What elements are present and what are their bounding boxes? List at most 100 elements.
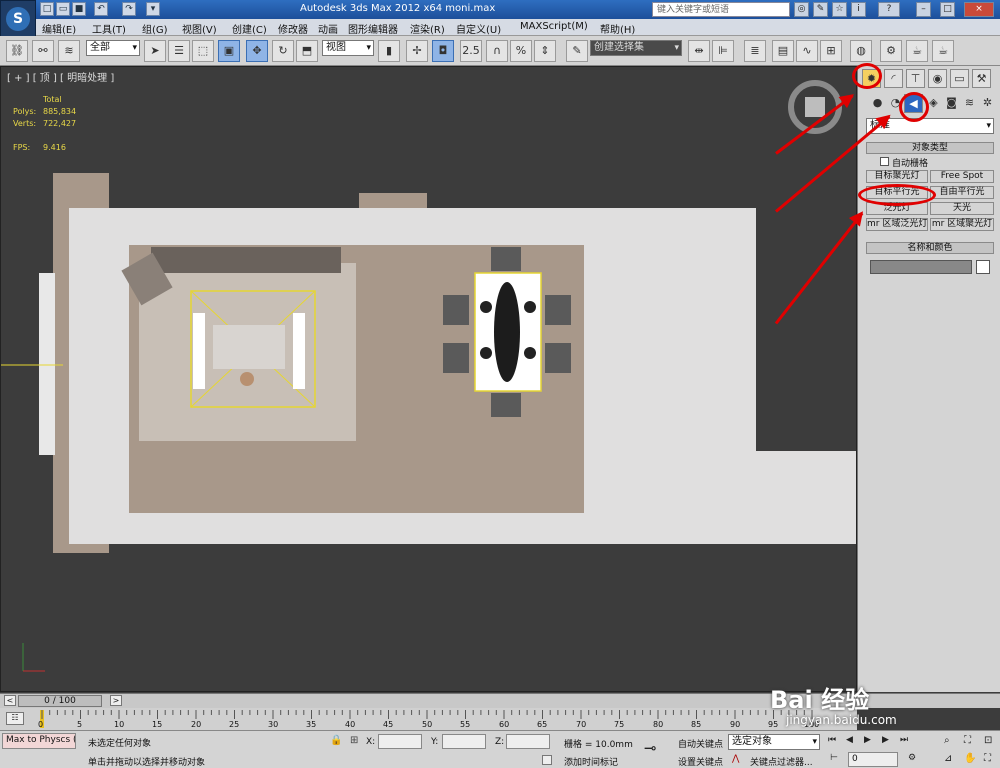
undo-icon[interactable]: ↶ <box>94 2 108 16</box>
select-scale-icon[interactable]: ⬒ <box>296 40 318 62</box>
menu-animation[interactable]: 动画 <box>318 21 338 36</box>
app-logo[interactable]: S <box>0 0 36 38</box>
align-icon[interactable]: ⊫ <box>712 40 734 62</box>
set-key-icon[interactable]: ⊸ <box>644 739 670 759</box>
next-key-icon[interactable]: ▶ <box>882 735 896 747</box>
info-icon[interactable]: i <box>851 2 866 17</box>
selection-lock-icon[interactable]: 🔒 <box>330 735 342 747</box>
object-type-rollout[interactable]: 对象类型 <box>866 142 994 154</box>
menu-customize[interactable]: 自定义(U) <box>456 21 501 36</box>
pan-icon[interactable]: ✋ <box>964 753 976 765</box>
x-coord-field[interactable] <box>378 734 422 749</box>
prev-frame-icon[interactable]: < <box>4 695 16 706</box>
search-input[interactable]: 键入关键字或短语 <box>652 2 790 17</box>
hierarchy-tab-icon[interactable]: ⊤ <box>906 69 925 88</box>
menu-create[interactable]: 创建(C) <box>232 21 267 36</box>
percent-snap-icon[interactable]: % <box>510 40 532 62</box>
select-manipulate-icon[interactable]: ✢ <box>406 40 428 62</box>
set-key-label[interactable]: 设置关键点 <box>678 755 723 768</box>
field-of-view-icon[interactable]: ⊿ <box>944 753 956 765</box>
z-coord-field[interactable] <box>506 734 550 749</box>
key-mode-icon[interactable]: ⊢ <box>830 753 842 765</box>
redo-icon[interactable]: ↷ <box>122 2 136 16</box>
free-spot-button[interactable]: Free Spot <box>930 170 994 183</box>
object-color-swatch[interactable] <box>976 260 990 274</box>
graphite-tools-icon[interactable]: ▤ <box>772 40 794 62</box>
menu-graph-editors[interactable]: 图形编辑器 <box>348 21 398 36</box>
select-by-name-icon[interactable]: ☰ <box>168 40 190 62</box>
time-tag-icon[interactable] <box>542 755 552 765</box>
autogrid-checkbox[interactable] <box>880 157 889 166</box>
window-crossing-icon[interactable]: ▣ <box>218 40 240 62</box>
zoom-icon[interactable]: ⌕ <box>944 735 956 747</box>
add-time-tag[interactable]: 添加时间标记 <box>564 755 618 768</box>
keyboard-shortcut-override-icon[interactable]: ◘ <box>432 40 454 62</box>
tools-icon[interactable]: ✎ <box>813 2 828 17</box>
pivot-center-icon[interactable]: ▮ <box>378 40 400 62</box>
angle-snap-icon[interactable]: ∩ <box>486 40 508 62</box>
mr-area-spot-button[interactable]: mr 区域聚光灯 <box>930 218 994 231</box>
link-icon[interactable]: ⛓ <box>6 40 28 62</box>
star-icon[interactable]: ☆ <box>832 2 847 17</box>
spinner-snap-icon[interactable]: ⇕ <box>534 40 556 62</box>
menu-group[interactable]: 组(G) <box>142 21 168 36</box>
utilities-tab-icon[interactable]: ⚒ <box>972 69 991 88</box>
edit-named-selection-icon[interactable]: ✎ <box>566 40 588 62</box>
time-slider-thumb[interactable]: 0 / 100 <box>18 695 102 707</box>
schematic-view-icon[interactable]: ⊞ <box>820 40 842 62</box>
object-name-field[interactable] <box>870 260 972 274</box>
absolute-mode-icon[interactable]: ⊞ <box>350 735 362 747</box>
menu-views[interactable]: 视图(V) <box>182 21 217 36</box>
y-coord-field[interactable] <box>442 734 486 749</box>
binoculars-icon[interactable]: ◎ <box>794 2 809 17</box>
menu-help[interactable]: 帮助(H) <box>600 21 635 36</box>
render-setup-icon[interactable]: ⚙ <box>880 40 902 62</box>
restore-icon[interactable]: □ <box>940 2 955 17</box>
target-spot-button[interactable]: 目标聚光灯 <box>866 170 928 183</box>
current-frame-field[interactable]: 0 <box>848 752 898 767</box>
snaps-toggle-icon[interactable]: 2.5 <box>460 40 482 62</box>
spacewarps-icon[interactable]: ≋ <box>960 94 979 113</box>
rendered-frame-icon[interactable]: ☕ <box>906 40 928 62</box>
menu-maxscript[interactable]: MAXScript(M) <box>520 21 588 32</box>
minimize-icon[interactable]: – <box>916 2 931 17</box>
prev-key-icon[interactable]: ◀ <box>846 735 860 747</box>
systems-icon[interactable]: ✲ <box>978 94 997 113</box>
goto-end-icon[interactable]: ⏭ <box>900 735 914 747</box>
help-icon[interactable]: ? <box>878 2 900 17</box>
save-file-icon[interactable]: ■ <box>72 2 86 16</box>
menu-tools[interactable]: 工具(T) <box>92 21 126 36</box>
named-selection-set-dropdown[interactable]: 创建选择集 <box>590 40 682 56</box>
mr-area-omni-button[interactable]: mr 区域泛光灯 <box>866 218 928 231</box>
motion-tab-icon[interactable]: ◉ <box>928 69 947 88</box>
play-icon[interactable]: ▶ <box>864 735 878 747</box>
menu-modifiers[interactable]: 修改器 <box>278 21 308 36</box>
name-color-rollout[interactable]: 名称和颜色 <box>866 242 994 254</box>
helpers-icon[interactable]: ◙ <box>942 94 961 113</box>
top-viewport[interactable]: [ + ] [ 顶 ] [ 明暗处理 ] Total Polys: 885,83… <box>0 66 857 692</box>
curve-editor-icon[interactable]: ∿ <box>796 40 818 62</box>
track-bar[interactable]: ☷ 0 5 10 15 20 25 30 35 40 45 50 55 60 6… <box>0 708 857 730</box>
bind-spacewarp-icon[interactable]: ≋ <box>58 40 80 62</box>
ref-coord-dropdown[interactable]: 视图 <box>322 40 374 56</box>
unlink-icon[interactable]: ⚯ <box>32 40 54 62</box>
selection-filter-dropdown[interactable]: 全部 <box>86 40 140 56</box>
time-config-icon[interactable]: ⚙ <box>908 753 922 765</box>
display-tab-icon[interactable]: ▭ <box>950 69 969 88</box>
skylight-button[interactable]: 天光 <box>930 202 994 215</box>
new-file-icon[interactable]: □ <box>40 2 54 16</box>
menu-edit[interactable]: 编辑(E) <box>42 21 76 36</box>
key-filters-button[interactable]: 关键点过滤器... <box>750 755 813 768</box>
quick-access-dropdown-icon[interactable]: ▾ <box>146 2 160 16</box>
maxscript-listener-field[interactable]: Max to Physcs ( <box>2 733 76 749</box>
material-editor-icon[interactable]: ◍ <box>850 40 872 62</box>
free-direct-button[interactable]: 自由平行光 <box>930 186 994 199</box>
select-object-icon[interactable]: ➤ <box>144 40 166 62</box>
modify-tab-icon[interactable]: ◜ <box>884 69 903 88</box>
open-file-icon[interactable]: ▭ <box>56 2 70 16</box>
goto-start-icon[interactable]: ⏮ <box>828 735 842 747</box>
close-icon[interactable]: × <box>964 2 994 17</box>
maximize-viewport-icon[interactable]: ⛶ <box>984 753 996 765</box>
next-frame-icon[interactable]: > <box>110 695 122 706</box>
zoom-all-icon[interactable]: ⛶ <box>964 735 976 747</box>
